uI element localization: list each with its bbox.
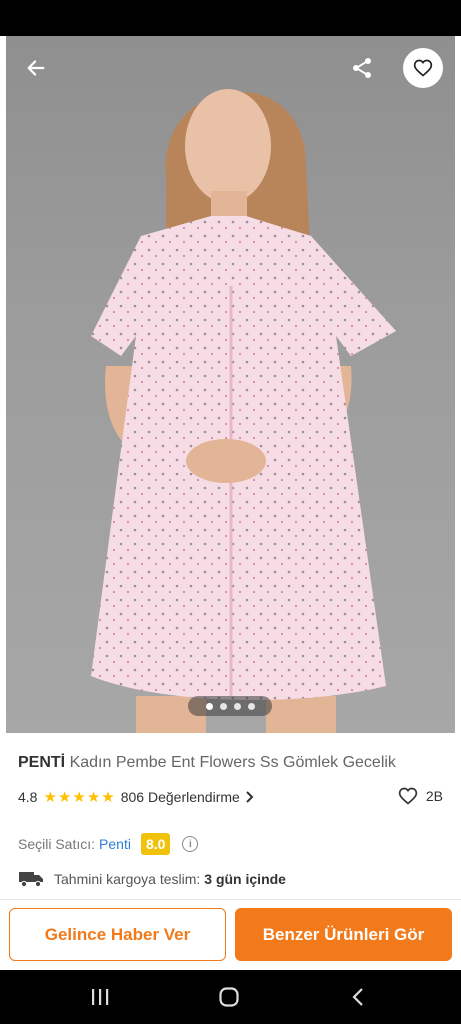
favorite-button[interactable] xyxy=(403,48,443,88)
nav-back-button[interactable] xyxy=(338,982,378,1012)
similar-products-button[interactable]: Benzer Ürünleri Gör xyxy=(235,908,452,961)
pager-dot-2[interactable] xyxy=(219,702,227,710)
recents-icon xyxy=(92,989,109,1005)
seller-row: Seçili Satıcı: Penti 8.0 i xyxy=(18,832,199,856)
heart-outline-icon xyxy=(398,787,418,805)
seller-name-link[interactable]: Penti xyxy=(99,836,131,852)
product-photo xyxy=(91,89,396,733)
star-icon: ★ xyxy=(43,788,57,806)
seller-label: Seçili Satıcı: xyxy=(18,836,96,852)
back-button[interactable] xyxy=(18,50,54,86)
product-title: PENTİ Kadın Pembe Ent Flowers Ss Gömlek … xyxy=(18,752,448,774)
shipping-days: 3 gün içinde xyxy=(204,871,286,887)
share-icon xyxy=(353,58,371,78)
arrow-left-icon xyxy=(27,60,45,76)
nav-back-icon xyxy=(352,988,363,1006)
product-brand[interactable]: PENTİ xyxy=(18,754,65,771)
pager-dot-4[interactable] xyxy=(247,702,255,710)
recents-button[interactable] xyxy=(80,982,120,1012)
home-icon xyxy=(219,987,239,1007)
share-button[interactable] xyxy=(344,50,380,86)
notify-me-button[interactable]: Gelince Haber Ver xyxy=(9,908,226,961)
star-icon: ★ xyxy=(101,788,115,806)
product-name: Kadın Pembe Ent Flowers Ss Gömlek Geceli… xyxy=(69,754,396,771)
divider xyxy=(0,899,461,900)
star-icon: ★ xyxy=(57,788,72,806)
star-icon: ★ xyxy=(72,788,86,806)
chevron-right-icon xyxy=(246,791,254,803)
shipping-row: Tahmini kargoya teslim: 3 gün içinde xyxy=(18,867,286,891)
status-bar xyxy=(0,0,461,36)
reviews-link[interactable]: 806 Değerlendirme xyxy=(121,789,255,805)
seller-score-badge: 8.0 xyxy=(140,833,171,855)
android-nav-bar xyxy=(0,970,461,1024)
rating-row: 4.8 ★ ★ ★ ★ ★ 806 Değerlendirme 2B xyxy=(18,786,443,808)
heart-outline-icon xyxy=(413,59,433,77)
favorite-count-value: 2B xyxy=(425,788,443,804)
product-image-gallery[interactable] xyxy=(6,36,455,733)
rating-stars: ★ ★ ★ ★ ★ xyxy=(43,790,114,805)
home-button[interactable] xyxy=(209,982,249,1012)
image-pager xyxy=(188,696,272,716)
star-icon: ★ xyxy=(86,788,101,806)
info-icon[interactable]: i xyxy=(182,836,199,852)
shipping-label: Tahmini kargoya teslim: xyxy=(54,871,201,887)
pager-dot-3[interactable] xyxy=(233,702,241,710)
truck-icon xyxy=(19,872,43,888)
pager-dot-1[interactable] xyxy=(205,702,213,710)
rating-value: 4.8 xyxy=(18,789,38,805)
reviews-label: 806 Değerlendirme xyxy=(120,789,240,805)
favorite-count[interactable]: 2B xyxy=(398,786,443,806)
